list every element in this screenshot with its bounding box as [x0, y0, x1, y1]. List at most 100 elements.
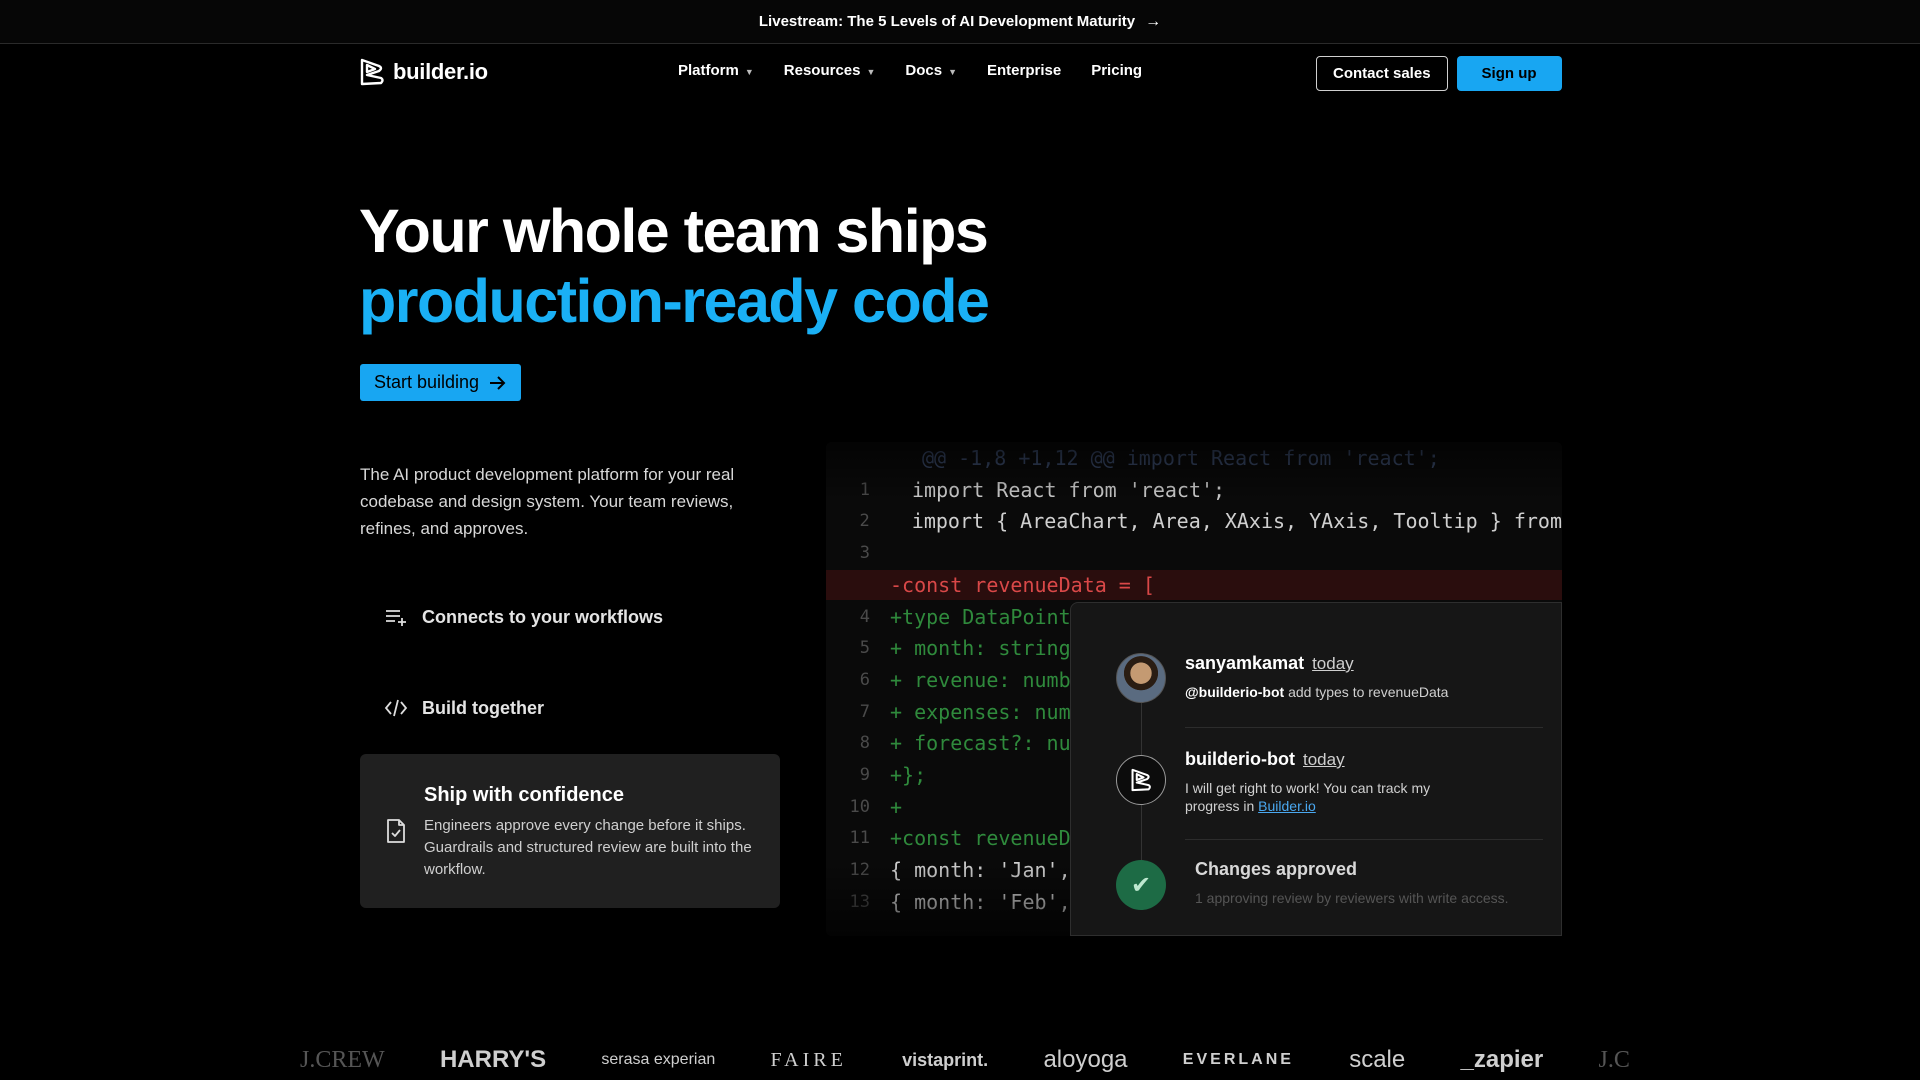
mention[interactable]: @builderio-bot: [1185, 684, 1284, 700]
top-nav: builder.io Platform ▼ Resources ▼ Docs ▼…: [0, 44, 1920, 102]
code-text: + revenue: numb: [890, 667, 1071, 692]
feature-card-ship[interactable]: Ship with confidence Engineers approve e…: [360, 754, 780, 908]
approved-subtitle: 1 approving review by reviewers with wri…: [1195, 890, 1509, 906]
line-number: 6: [859, 669, 870, 690]
arrow-right-icon: [490, 375, 506, 390]
code-text: import { AreaChart, Area, XAxis, YAxis, …: [911, 509, 1562, 534]
sign-up-button[interactable]: Sign up: [1456, 56, 1562, 91]
announcement-banner[interactable]: Livestream: The 5 Levels of AI Developme…: [0, 0, 1920, 44]
menu-label: Pricing: [1091, 62, 1143, 79]
logo-jcrew: J.CREW: [300, 1046, 385, 1073]
code-text: +const revenueD: [890, 826, 1071, 851]
logo-harrys: HARRY'S: [439, 1046, 547, 1073]
line-number: 7: [859, 701, 870, 722]
author-name[interactable]: sanyamkamat: [1185, 653, 1304, 673]
feature-card-title: Ship with confidence: [424, 784, 625, 806]
line-number: 8: [859, 733, 870, 754]
contact-sales-button[interactable]: Contact sales: [1316, 56, 1448, 91]
line-number: 11: [849, 828, 870, 849]
author-name[interactable]: builderio-bot: [1185, 749, 1295, 769]
nav-actions: Contact sales Sign up: [1316, 56, 1562, 91]
line-number: 4: [859, 606, 870, 627]
code-line: 3: [826, 538, 1562, 568]
approved-title: Changes approved: [1195, 859, 1358, 879]
logo-zapier: _zapier: [1460, 1046, 1544, 1073]
builder-logo-icon: [1131, 768, 1151, 792]
builder-logo-icon: [360, 58, 384, 86]
code-text: + month: string: [890, 636, 1071, 661]
cta-label: Start building: [374, 372, 480, 392]
line-number: 5: [859, 638, 870, 659]
start-building-button[interactable]: Start building: [360, 364, 522, 401]
code-text: +type DataPoint: [890, 604, 1071, 629]
builder-link[interactable]: Builder.io: [1258, 798, 1316, 814]
hero-title: Your whole team ships production-ready c…: [359, 196, 990, 336]
logo-everlane: EVERLANE: [1182, 1051, 1294, 1068]
feature-build-together[interactable]: Build together: [384, 696, 544, 720]
menu-pricing[interactable]: Pricing: [1091, 62, 1142, 79]
document-check-icon: [387, 819, 405, 843]
feature-label: Connects to your workflows: [422, 606, 664, 627]
menu-docs[interactable]: Docs ▼: [905, 62, 957, 79]
customer-logos: J.CREW HARRY'S serasa experian FAIRE vis…: [300, 1040, 1630, 1080]
code-line: 2 import { AreaChart, Area, XAxis, YAxis,…: [826, 506, 1562, 536]
feature-connects[interactable]: Connects to your workflows: [384, 605, 663, 629]
hero-description: The AI product development platform for …: [360, 465, 735, 538]
comment-text: @builderio-bot add types to revenueData: [1185, 684, 1448, 700]
feature-card-body: Engineers approve every change before it…: [424, 817, 752, 878]
bot-avatar: [1116, 755, 1166, 805]
menu-label: Docs: [905, 62, 943, 79]
line-number: 10: [849, 796, 870, 817]
main-menu: Platform ▼ Resources ▼ Docs ▼ Enterprise…: [678, 62, 1142, 79]
arrow-right-icon: →: [1145, 12, 1162, 30]
chevron-down-icon: ▼: [948, 66, 958, 77]
check-icon: ✔: [1116, 860, 1166, 910]
menu-resources[interactable]: Resources ▼: [784, 62, 876, 79]
line-number: 3: [859, 543, 870, 564]
review-comments-panel: sanyamkamat today @builderio-bot add type…: [1070, 602, 1562, 936]
menu-label: Resources: [783, 62, 861, 79]
comment-time[interactable]: today: [1312, 654, 1354, 673]
comment-author: builderio-bot today: [1185, 749, 1345, 770]
code-text: + forecast?: nu: [890, 731, 1071, 756]
menu-platform[interactable]: Platform ▼: [678, 62, 754, 79]
menu-enterprise[interactable]: Enterprise: [987, 62, 1061, 79]
logo-serasa: serasa experian: [601, 1051, 716, 1068]
hero-title-line2: production-ready code: [359, 267, 990, 335]
divider: [1185, 727, 1543, 728]
divider: [1185, 839, 1543, 840]
logo-jcrew: J.C: [1598, 1046, 1630, 1073]
code-icon: [384, 699, 408, 717]
code-text: @@ -1,8 +1,12 @@ import React from 'reac…: [922, 446, 1440, 470]
line-number: 1: [859, 479, 870, 500]
builder-logo[interactable]: builder.io: [359, 58, 488, 86]
chevron-down-icon: ▼: [866, 66, 876, 77]
comment-author: sanyamkamat today: [1185, 653, 1354, 674]
logo-aloyoga: aloyoga: [1043, 1046, 1128, 1073]
user-avatar: [1116, 653, 1166, 703]
line-number: 9: [859, 765, 870, 785]
menu-label: Platform: [678, 62, 739, 79]
code-text: + expenses: num: [890, 699, 1071, 724]
list-add-icon: [386, 610, 406, 626]
code-text: import React from 'react';: [912, 477, 1226, 502]
logo-faire: FAIRE: [770, 1048, 847, 1071]
code-text: -const revenueData = [: [890, 572, 1155, 597]
comment-time[interactable]: today: [1303, 750, 1345, 769]
comment-body: add types to revenueData: [1284, 684, 1449, 700]
code-text: { month: 'Jan',: [890, 858, 1071, 883]
logo-text: builder.io: [393, 59, 488, 84]
menu-label: Enterprise: [987, 62, 1062, 79]
line-number: 13: [849, 891, 870, 912]
logo-scale: scale: [1349, 1046, 1406, 1073]
code-text: { month: 'Feb',: [890, 889, 1071, 914]
code-line: @@ -1,8 +1,12 @@ import React from 'reac…: [826, 443, 1562, 473]
feature-label: Build together: [422, 697, 544, 718]
chevron-down-icon: ▼: [744, 66, 754, 77]
code-text: +: [890, 794, 903, 819]
hero-title-line1: Your whole team ships: [359, 197, 989, 265]
code-text: +};: [890, 763, 927, 787]
line-number: 2: [859, 511, 870, 532]
comment-text: I will get right to work! You can track …: [1185, 779, 1485, 815]
code-line: -const revenueData = [: [826, 569, 1562, 600]
